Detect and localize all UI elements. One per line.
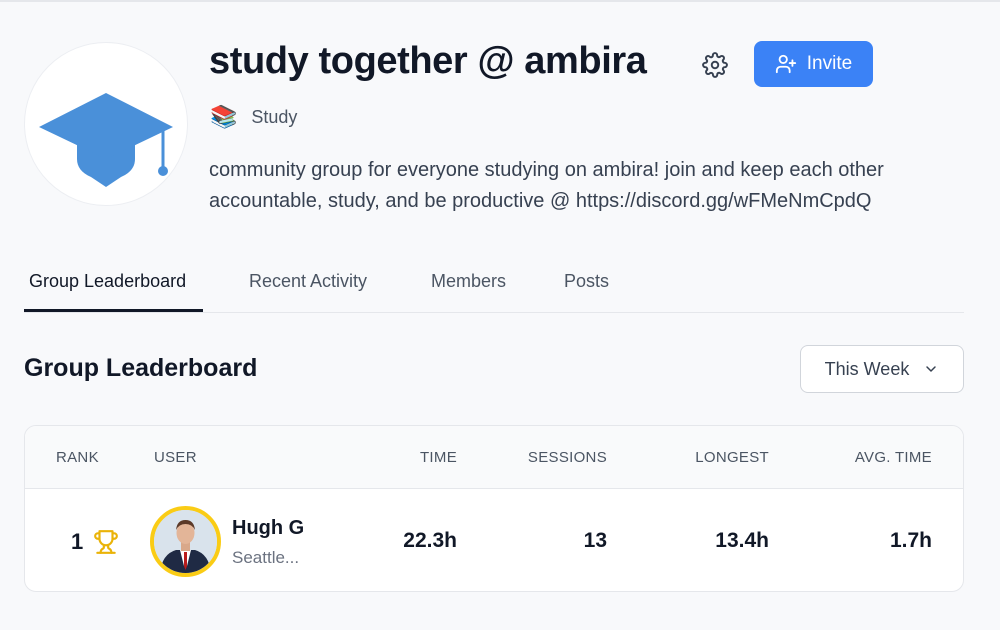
column-header-longest: LONGEST [695, 449, 769, 466]
trophy-icon [94, 530, 118, 554]
period-dropdown-value: This Week [824, 358, 910, 379]
category-label: Study [251, 106, 298, 127]
user-location: Seattle... [232, 548, 300, 567]
rank-value: 1 [71, 529, 84, 554]
invite-button-label: Invite [806, 53, 853, 74]
longest-value: 13.4h [715, 529, 769, 552]
tab-members[interactable]: Members [431, 271, 506, 292]
column-header-sessions: SESSIONS [527, 449, 607, 466]
sessions-value: 13 [583, 529, 607, 552]
chevron-down-icon [926, 366, 937, 372]
top-divider [0, 0, 1000, 2]
books-icon: 📚 [210, 104, 238, 129]
avatar[interactable] [150, 506, 221, 577]
avg-time-value: 1.7h [889, 529, 932, 552]
table-header: RANK USER TIME SESSIONS LONGEST AVG. TIM… [25, 426, 963, 489]
gear-icon [702, 52, 728, 78]
tab-posts[interactable]: Posts [564, 271, 609, 292]
group-title: study together @ ambira [209, 40, 647, 82]
active-tab-indicator [24, 309, 203, 312]
user-plus-icon [775, 54, 796, 74]
section-title: Group Leaderboard [24, 354, 258, 382]
group-description: community group for everyone studying on… [209, 159, 884, 212]
time-value: 22.3h [403, 529, 457, 552]
group-category: 📚 Study [210, 104, 297, 130]
user-name[interactable]: Hugh G [232, 517, 304, 540]
settings-button[interactable] [698, 48, 732, 82]
period-dropdown[interactable]: This Week [800, 345, 964, 393]
column-header-rank: RANK [56, 449, 99, 466]
table-row[interactable]: 1 Hugh G Seattle... 22.3h 13 13.4h 1.7h [25, 489, 963, 591]
user-photo [154, 510, 217, 573]
group-avatar [24, 42, 188, 206]
tab-group-leaderboard[interactable]: Group Leaderboard [29, 271, 186, 292]
tab-bar: Group Leaderboard Recent Activity Member… [24, 262, 964, 313]
tab-recent-activity[interactable]: Recent Activity [249, 271, 367, 292]
column-header-time: TIME [419, 449, 457, 466]
leaderboard-table: RANK USER TIME SESSIONS LONGEST AVG. TIM… [24, 425, 964, 592]
group-page: study together @ ambira Invite 📚 Study c… [0, 0, 1000, 630]
column-header-avg-time: AVG. TIME [854, 449, 932, 466]
column-header-user: USER [154, 449, 197, 466]
graduation-cap-icon [39, 93, 173, 187]
invite-button[interactable]: Invite [754, 41, 873, 87]
